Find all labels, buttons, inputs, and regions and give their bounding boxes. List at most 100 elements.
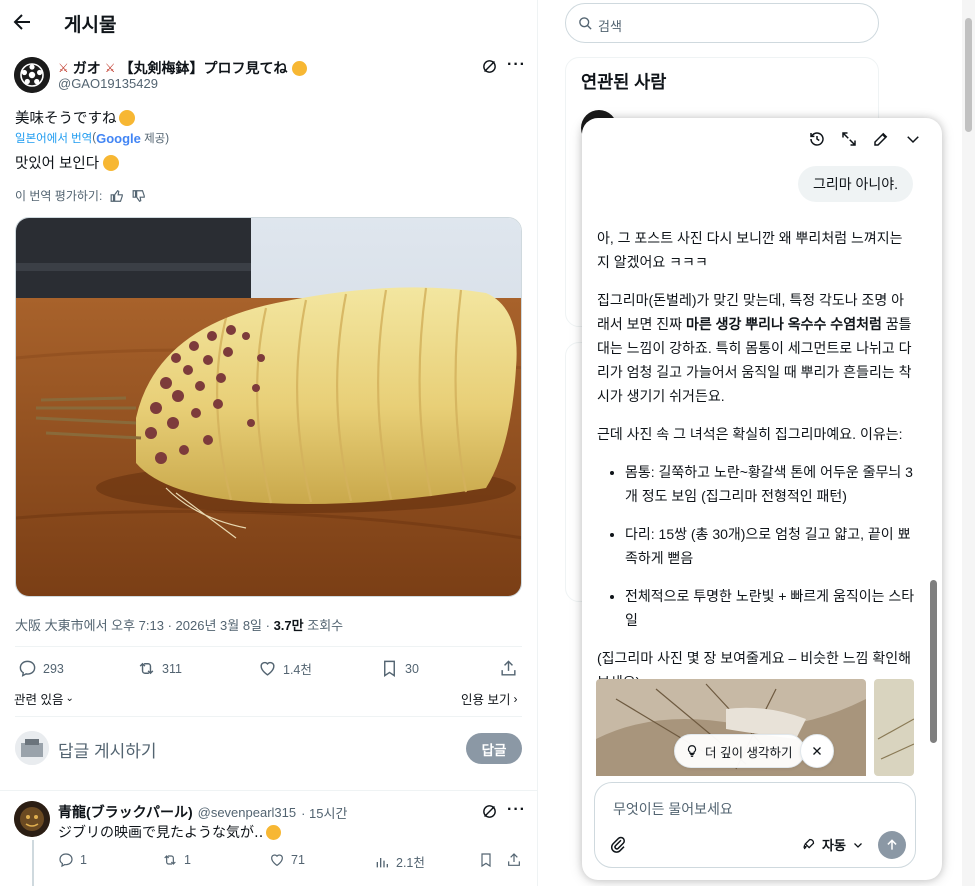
reply-bookmark-action[interactable] — [478, 852, 494, 868]
reply-icon — [59, 853, 73, 868]
reply-author-row[interactable]: 青龍(ブラックパール) @sevenpearl315 · 15시간 — [58, 802, 347, 822]
answer-list-item: 전체적으로 투명한 노란빛 + 빠르게 움직이는 스타일 — [625, 584, 915, 632]
bookmark-count: 30 — [405, 661, 419, 676]
more-icon[interactable]: ··· — [507, 801, 526, 819]
repost-icon — [164, 855, 176, 865]
post-original-text: 美味そうですね — [15, 107, 135, 128]
rocket-icon — [803, 838, 815, 850]
reply-reply-count: 1 — [80, 853, 87, 867]
author-name-row[interactable]: ⚔ ガオ ⚔ 【丸剣梅鉢】プロフ見てね — [58, 58, 307, 78]
bookmark-icon — [384, 660, 395, 677]
thumbs-down-icon[interactable] — [132, 189, 146, 203]
reply-like-action[interactable]: 71 — [269, 852, 305, 868]
page-scrollbar[interactable] — [962, 0, 975, 886]
reply-views-action[interactable]: 2.1천 — [374, 852, 425, 871]
grok-icon[interactable] — [481, 803, 498, 820]
divider — [0, 790, 537, 791]
repost-action[interactable]: 311 — [137, 659, 182, 678]
related-toggle[interactable]: 관련 있음 ⌄ — [14, 689, 74, 708]
post-photo[interactable] — [15, 217, 522, 597]
new-chat-icon[interactable] — [872, 130, 890, 148]
attach-icon[interactable] — [609, 835, 627, 853]
author-name: 【丸剣梅鉢】プロフ見てね — [119, 60, 288, 76]
reply-action[interactable]: 293 — [18, 659, 64, 678]
smile-emoji-icon — [103, 154, 120, 171]
reply-author-name: 青龍(ブラックパール) — [58, 804, 193, 820]
provided-label: 제공) — [144, 133, 170, 145]
reply-author-avatar[interactable] — [14, 801, 50, 837]
reply-author-handle: @sevenpearl315 — [197, 804, 297, 820]
quotes-label: 인용 보기 — [461, 693, 511, 707]
reply-input[interactable]: 답글 게시하기 — [58, 737, 157, 762]
history-icon[interactable] — [808, 130, 826, 148]
search-placeholder: 검색 — [598, 19, 622, 34]
rate-translation: 이 번역 평가하기: — [15, 187, 146, 204]
bookmark-action[interactable]: 30 — [380, 659, 419, 678]
bookmark-icon — [481, 853, 491, 868]
heart-icon — [260, 661, 275, 676]
deep-think-button[interactable]: 더 깊이 생각하기 — [674, 734, 806, 768]
answer-list-item: 다리: 15쌍 (총 30개)으로 엄청 길고 얇고, 끝이 뾰족하게 뻗음 — [625, 522, 915, 570]
page-scrollbar-thumb[interactable] — [965, 18, 972, 132]
share-icon — [508, 853, 520, 866]
post-views-label: 조회수 — [303, 618, 344, 633]
reply-view-count: 2.1천 — [396, 856, 425, 870]
post-text-ja: 美味そうですね — [15, 111, 117, 127]
like-count: 1.4천 — [283, 663, 312, 677]
repost-count: 311 — [162, 661, 182, 676]
chevron-down-icon: ⌄ — [65, 693, 74, 704]
translation-note[interactable]: 일본어에서 번역 ( Google 제공) — [15, 130, 169, 146]
mode-selector[interactable]: 자동 — [801, 835, 864, 854]
like-action[interactable]: 1.4천 — [258, 659, 312, 678]
grok-chat-panel: 그리마 아니야. 아, 그 포스트 사진 다시 보니깐 왜 뿌리처럼 느껴지는지… — [582, 118, 942, 880]
back-arrow-icon[interactable] — [10, 10, 34, 34]
share-action[interactable] — [499, 659, 518, 678]
divider — [15, 716, 522, 717]
views-icon — [376, 857, 388, 867]
repost-icon — [139, 662, 154, 675]
collapse-chevron-icon[interactable] — [904, 130, 922, 148]
post-location-time[interactable]: 大阪 大東市에서 오후 7:13 · 2026년 3월 8일 · — [15, 618, 274, 633]
send-button[interactable] — [878, 831, 906, 859]
author-prefix: ガオ — [72, 60, 101, 76]
reply-repost-action[interactable]: 1 — [162, 852, 191, 868]
reply-reply-action[interactable]: 1 — [58, 852, 87, 868]
author-avatar[interactable] — [14, 57, 50, 93]
answer-image[interactable] — [874, 679, 914, 776]
quotes-link[interactable]: 인용 보기 › — [461, 689, 517, 708]
answer-list: 몸통: 길쭉하고 노란~황갈색 톤에 어두운 줄무늬 3개 정도 보임 (집그리… — [597, 460, 915, 632]
grok-icon[interactable] — [481, 58, 498, 75]
reply-like-count: 71 — [291, 853, 305, 867]
answer-bold-text: 마른 생강 뿌리나 옥수수 수염처럼 — [685, 316, 882, 332]
expand-icon[interactable] — [840, 130, 858, 148]
author-handle[interactable]: @GAO19135429 — [58, 76, 158, 91]
sword-emoji-icon: ⚔ — [58, 61, 69, 75]
reply-time: · 15시간 — [301, 805, 348, 821]
chat-toolbar — [808, 130, 922, 148]
page-title: 게시물 — [64, 15, 117, 36]
user-message-bubble: 그리마 아니야. — [797, 166, 913, 202]
chat-scrollbar[interactable] — [928, 173, 938, 873]
chat-scrollbar-thumb[interactable] — [930, 580, 937, 743]
answer-list-item: 몸통: 길쭉하고 노란~황갈색 톤에 어두운 줄무늬 3개 정도 보임 (집그리… — [625, 460, 915, 508]
heart-icon — [271, 854, 283, 867]
my-avatar[interactable] — [15, 731, 49, 765]
page-header: 게시물 — [0, 0, 537, 44]
translated-from-link[interactable]: 일본어에서 번역 — [15, 130, 92, 146]
reply-button[interactable]: 답글 — [466, 733, 522, 764]
post-translated-text: 맛있어 보인다 — [15, 152, 120, 173]
smile-emoji-icon — [118, 109, 135, 126]
reply-repost-count: 1 — [184, 853, 191, 867]
rate-translation-label: 이 번역 평가하기: — [15, 189, 103, 203]
reply-text: ジブリの映画で見たような気が‥ — [58, 824, 264, 840]
chat-input[interactable]: 무엇이든 물어보세요 자동 — [594, 782, 916, 868]
answer-paragraph: 근데 사진 속 그 녀석은 확실히 집그리마예요. 이유는: — [597, 426, 903, 442]
search-input[interactable]: 검색 — [565, 3, 879, 43]
divider — [15, 646, 522, 647]
reply-share-action[interactable] — [506, 852, 522, 868]
post-views: 3.7만 — [273, 618, 304, 633]
close-button[interactable] — [800, 734, 834, 768]
arrow-up-icon — [887, 839, 897, 850]
thumbs-up-icon[interactable] — [110, 189, 124, 203]
more-icon[interactable]: ··· — [507, 56, 526, 74]
